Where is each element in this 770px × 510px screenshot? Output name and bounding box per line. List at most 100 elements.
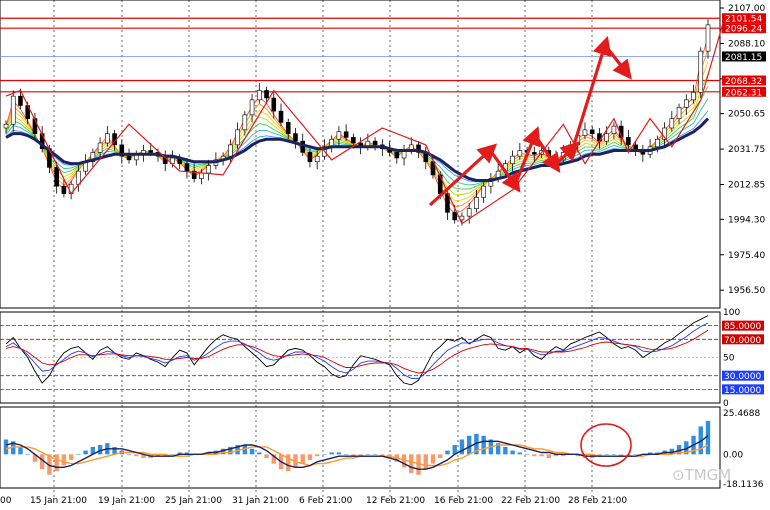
macd-histogram-bar xyxy=(76,454,81,455)
resistance-level-tag: 2096.24 xyxy=(722,23,766,35)
macd-histogram-bar xyxy=(126,454,132,455)
macd-histogram-bar xyxy=(3,439,9,455)
candle-body xyxy=(3,123,9,129)
current-price-tag-label: 2081.15 xyxy=(725,53,762,63)
macd-histogram-bar xyxy=(61,454,67,466)
oscillator-tag-label: 85.0000 xyxy=(724,322,761,332)
macd-histogram-bar xyxy=(409,454,414,473)
candle-body xyxy=(532,152,537,155)
candle-body xyxy=(61,185,67,194)
candle-body xyxy=(148,150,154,153)
macd-histogram-bar xyxy=(611,454,617,455)
x-tick-label: 6 Feb 21:00 xyxy=(299,496,353,506)
candle-body xyxy=(293,133,298,142)
macd-histogram-bar xyxy=(18,446,23,455)
price-y-tick-label: 1975.40 xyxy=(728,251,765,261)
candle xyxy=(698,47,704,98)
resistance-level-tag: 2101.54 xyxy=(722,13,766,25)
price-y-tick-label: 2031.75 xyxy=(728,145,765,155)
resistance-level-tag: 2062.31 xyxy=(722,86,766,98)
macd-y-tick-label: 25.4688 xyxy=(723,409,760,419)
candle-body xyxy=(126,155,132,161)
candle-body xyxy=(307,152,313,163)
candle-body xyxy=(669,118,675,129)
trading-chart: 2107.002088.102069.202050.652031.752012.… xyxy=(0,0,770,510)
candle-body xyxy=(285,122,291,134)
price-y-tick-label: 2107.00 xyxy=(728,4,765,14)
candle-body xyxy=(582,129,588,136)
x-tick-label: 12 Feb 21:00 xyxy=(366,496,425,506)
macd-histogram-bar xyxy=(54,454,59,472)
candle-body xyxy=(351,137,356,144)
macd-histogram-bar xyxy=(438,454,443,459)
candle-body xyxy=(314,155,320,163)
candle-body xyxy=(343,131,349,138)
x-tick-label: 31 Jan 21:00 xyxy=(232,496,289,506)
candle-body xyxy=(452,212,458,221)
macd-histogram-bar xyxy=(539,454,544,457)
candle-body xyxy=(18,95,23,106)
candle-body xyxy=(705,24,711,52)
candle-body xyxy=(691,92,696,101)
candle-body xyxy=(278,110,284,123)
oscillator-level-tag: 30.0000 xyxy=(722,370,764,382)
macd-histogram-bar xyxy=(532,454,537,457)
resistance-tag-label: 2062.31 xyxy=(725,88,762,98)
x-tick-label: 25 Jan 21:00 xyxy=(165,496,222,506)
x-tick-label: 28 Feb 21:00 xyxy=(568,496,627,506)
macd-histogram-bar xyxy=(524,454,530,455)
candle-body xyxy=(676,107,682,119)
oscillator-y-tick-label: 50 xyxy=(723,354,735,364)
macd-histogram-bar xyxy=(430,454,436,464)
candle-body xyxy=(206,165,211,174)
price-y-tick-label: 2088.10 xyxy=(728,39,765,49)
macd-histogram-bar xyxy=(365,454,371,455)
macd-histogram-bar xyxy=(481,435,486,455)
macd-histogram-bar xyxy=(25,454,30,455)
macd-histogram-bar xyxy=(343,454,349,455)
macd-histogram-bar xyxy=(633,454,638,455)
candle-body xyxy=(474,197,479,209)
macd-histogram-bar xyxy=(249,448,255,455)
chart-background xyxy=(0,0,770,510)
candle-body xyxy=(589,129,595,134)
resistance-tag-label: 2068.32 xyxy=(725,77,762,87)
macd-histogram-bar xyxy=(604,454,609,455)
chart-canvas: 2107.002088.102069.202050.652031.752012.… xyxy=(0,0,770,510)
macd-histogram-bar xyxy=(517,452,523,455)
macd-histogram-bar xyxy=(423,454,428,470)
candle-body xyxy=(336,131,342,140)
macd-histogram-bar xyxy=(336,452,342,455)
x-tick-label: 22 Feb 21:00 xyxy=(501,496,560,506)
candle-body xyxy=(256,90,262,101)
candle-body xyxy=(199,172,204,179)
oscillator-tag-label: 15.0000 xyxy=(724,386,761,396)
candle-body xyxy=(698,50,704,93)
oscillator-tag-label: 70.0000 xyxy=(724,336,761,346)
candle-body xyxy=(235,129,240,146)
price-y-tick-label: 1994.30 xyxy=(728,215,765,225)
x-tick-label: 19 Jan 21:00 xyxy=(98,496,155,506)
candle-body xyxy=(394,152,400,159)
candle-body xyxy=(611,125,617,134)
watermark-logo: ⊙TMGM xyxy=(672,466,731,484)
macd-histogram-bar xyxy=(314,454,320,457)
price-y-tick-label: 2050.65 xyxy=(728,110,765,120)
oscillator-level-tag: 85.0000 xyxy=(722,320,764,332)
macd-histogram-bar xyxy=(503,446,508,455)
resistance-tag-label: 2096.24 xyxy=(725,25,762,35)
candle-body xyxy=(683,99,689,108)
macd-histogram-bar xyxy=(329,452,334,455)
x-tick-label: 15 Jan 21:00 xyxy=(30,496,87,506)
macd-histogram-bar xyxy=(322,454,327,455)
macd-histogram-bar xyxy=(264,454,269,459)
candle-body xyxy=(372,140,378,146)
oscillator-level-tag: 70.0000 xyxy=(722,334,764,346)
macd-histogram-bar xyxy=(134,454,139,457)
macd-y-tick-label: 0.00 xyxy=(723,450,743,460)
candle-body xyxy=(97,142,103,153)
candle-body xyxy=(271,97,277,112)
candle-body xyxy=(184,163,190,172)
candle-body xyxy=(510,155,515,164)
oscillator-level-tag: 15.0000 xyxy=(722,384,764,396)
